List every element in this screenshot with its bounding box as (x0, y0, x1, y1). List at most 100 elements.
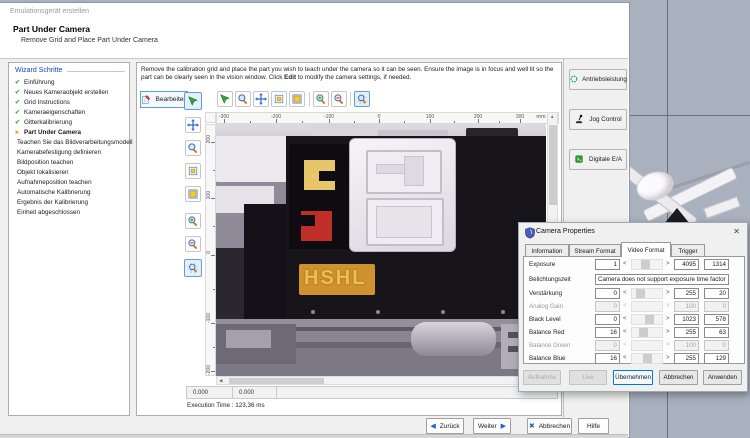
uebernehmen-button[interactable]: Übernehmen (613, 370, 653, 385)
drive-power-button[interactable]: Antriebsleistung (569, 69, 627, 90)
zoom-fit-icon (356, 93, 368, 105)
toolbar-magnifier-button[interactable] (235, 91, 251, 107)
slider-thumb[interactable] (645, 315, 654, 324)
spin-right[interactable]: > (666, 316, 670, 322)
vtool-roi-small-button[interactable] (185, 163, 201, 179)
close-icon[interactable]: ✕ (733, 227, 740, 236)
wizard-step[interactable]: ✔Einführung (9, 77, 129, 87)
toolbar-roi-small-button[interactable] (271, 91, 287, 107)
vtool-select-arrow-button[interactable] (184, 92, 202, 110)
toolbar-zoom-fit-button[interactable] (354, 91, 370, 107)
vtool-roi-large-button[interactable] (185, 186, 201, 202)
spin-right[interactable]: > (666, 290, 670, 296)
spin-right[interactable]: > (666, 261, 670, 267)
select-arrow-icon (187, 95, 199, 107)
digital-io-button[interactable]: Digitale E/A (569, 149, 627, 170)
spin-left[interactable]: < (623, 329, 627, 335)
slider-track[interactable] (631, 259, 663, 270)
roi-small-icon (187, 165, 199, 177)
max-field[interactable]: 4095 (674, 259, 699, 270)
wizard-step[interactable]: Objekt lokalisieren (9, 167, 129, 177)
wizard-step[interactable]: Teachen Sie das Bildverarbeitungsmodell (9, 137, 129, 147)
extra-field[interactable]: 129 (704, 353, 729, 364)
max-field[interactable]: 255 (674, 353, 699, 364)
check-icon: ✔ (13, 88, 22, 96)
scroll-left-icon[interactable]: ◀ (219, 379, 222, 384)
toolbar-select-arrow-button[interactable] (217, 91, 233, 107)
help-button[interactable]: Hilfe (578, 418, 609, 434)
window-bottom-strip (0, 434, 628, 438)
wizard-step[interactable]: Aufnahmeposition teachen (9, 177, 129, 187)
vtool-magnifier-button[interactable] (185, 140, 201, 156)
value-field[interactable]: 16 (595, 353, 620, 364)
vtool-pan-button[interactable] (185, 117, 201, 133)
zoom-out-icon (187, 238, 199, 250)
scrollbar-thumb[interactable] (549, 125, 557, 205)
wizard-step[interactable]: ✔Kameraeigenschaften (9, 107, 129, 117)
next-button[interactable]: Weiter ▶ (473, 418, 511, 434)
vtool-zoom-out-button[interactable] (185, 236, 201, 252)
toolbar-pan-button[interactable] (253, 91, 269, 107)
spin-left[interactable]: < (623, 355, 627, 361)
slider-track[interactable] (631, 314, 663, 325)
wizard-step[interactable]: Einheit abgeschlossen (9, 207, 129, 217)
extra-field[interactable]: 63 (704, 327, 729, 338)
spin-left[interactable]: < (623, 290, 627, 296)
slider-track[interactable] (631, 327, 663, 338)
value-field[interactable]: 1 (595, 259, 620, 270)
horizontal-scrollbar[interactable]: ◀ ▶ (216, 376, 546, 385)
edit-icon (141, 94, 153, 106)
wizard-step[interactable]: Bildposition teachen (9, 157, 129, 167)
wizard-step[interactable]: ✔Gitterkalibrierung (9, 117, 129, 127)
value-field: 0 (595, 301, 620, 312)
extra-field[interactable]: 578 (704, 314, 729, 325)
spin-right[interactable]: > (666, 329, 670, 335)
max-field[interactable]: 1023 (674, 314, 699, 325)
toolbar-roi-large-button[interactable] (289, 91, 305, 107)
wizard-step[interactable]: ✔Grid Instructions (9, 97, 129, 107)
scrollbar-thumb[interactable] (229, 378, 324, 384)
extra-field[interactable]: 20 (704, 288, 729, 299)
vtool-zoom-in-button[interactable] (185, 213, 201, 229)
value-field[interactable]: 0 (595, 288, 620, 299)
jog-control-button[interactable]: Jog Control (569, 109, 627, 130)
tab-video-format[interactable]: Video Format (621, 242, 671, 257)
slider-thumb[interactable] (636, 289, 645, 298)
slider-thumb[interactable] (643, 354, 652, 363)
cancel-button[interactable]: ✖ Abbrechen (527, 418, 572, 434)
edit-keyword: Edit (284, 74, 296, 81)
property-row-verstaerkung: Verstärkung 0 < > 255 20 (519, 288, 747, 300)
slider-thumb[interactable] (639, 328, 648, 337)
toolbar-zoom-in-button[interactable] (313, 91, 329, 107)
anwenden-button[interactable]: Anwenden (703, 370, 742, 385)
toolbar-zoom-out-button[interactable] (331, 91, 347, 107)
extra-field[interactable]: 1314 (704, 259, 729, 270)
abbrechen-button[interactable]: Abbrechen (659, 370, 698, 385)
wizard-step[interactable]: Kamerabefestigung definieren (9, 147, 129, 157)
camera-image-viewport[interactable]: HSHL (216, 124, 546, 376)
vtool-zoom-fit-button[interactable] (184, 259, 202, 277)
wizard-step[interactable]: Automatische Kalibrierung (9, 187, 129, 197)
edit-camera-settings-button[interactable]: Bearbeiten (140, 91, 188, 108)
max-field[interactable]: 255 (674, 288, 699, 299)
spin-left[interactable]: < (623, 316, 627, 322)
cursor-x-value: 0.000 (186, 386, 233, 399)
spin-left[interactable]: < (623, 261, 627, 267)
zoom-out-icon (333, 93, 345, 105)
slider-thumb[interactable] (641, 260, 650, 269)
slider-track[interactable] (631, 288, 663, 299)
zoom-fit-icon (187, 262, 199, 274)
wizard-step[interactable]: ✔Neues Kameraobjekt erstellen (9, 87, 129, 97)
wizard-step-current[interactable]: ►Part Under Camera (9, 127, 129, 137)
pan-move-icon (255, 93, 267, 105)
value-field[interactable]: 16 (595, 327, 620, 338)
wizard-step[interactable]: Ergebnis der Kalibrierung (9, 197, 129, 207)
zoom-in-icon (187, 215, 199, 227)
value-field[interactable]: 0 (595, 314, 620, 325)
hshl-label-text: HSHL (304, 267, 366, 290)
max-field[interactable]: 255 (674, 327, 699, 338)
slider-track[interactable] (631, 353, 663, 364)
back-button[interactable]: ◀ Zurück (426, 418, 464, 434)
spin-right[interactable]: > (666, 355, 670, 361)
scroll-up-icon[interactable]: ▲ (550, 115, 554, 120)
